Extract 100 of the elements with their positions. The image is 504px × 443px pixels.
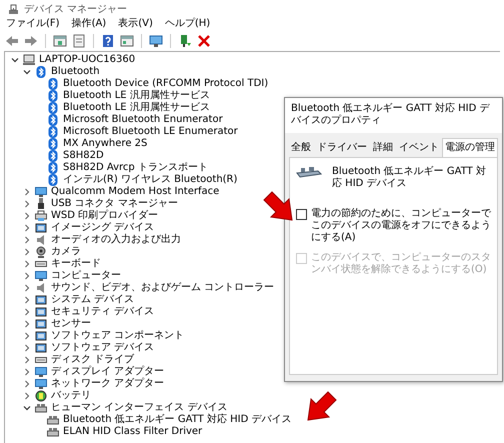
chevron-down-icon[interactable]: [11, 56, 19, 64]
chevron-right-icon[interactable]: [23, 320, 31, 328]
tree-item[interactable]: ディスプレイ アダプター: [49, 366, 164, 378]
forward-arrow-icon[interactable]: [24, 34, 38, 48]
chevron-right-icon[interactable]: [23, 344, 31, 352]
chevron-right-icon[interactable]: [23, 332, 31, 340]
battery-icon: [35, 390, 47, 402]
checkbox-label: このデバイスで、コンピューターのスタンバイ状態を解除できるようにする(O): [311, 252, 491, 276]
tree-item[interactable]: MX Anywhere 2S: [61, 138, 148, 150]
pointer-arrow-icon: [262, 190, 294, 222]
monitor-icon[interactable]: [149, 34, 163, 48]
chevron-right-icon[interactable]: [23, 260, 31, 268]
usb-plug-icon: [35, 198, 47, 210]
printer-icon: [35, 210, 47, 222]
tree-item[interactable]: Bluetooth LE 汎用属性サービス: [61, 90, 210, 102]
keyboard-icon: [35, 354, 47, 366]
tree-item[interactable]: キーボード: [49, 258, 101, 270]
tab[interactable]: 電源の管理: [442, 138, 498, 157]
tree-item[interactable]: Bluetooth: [49, 66, 100, 78]
chevron-right-icon[interactable]: [23, 368, 31, 376]
speaker-icon: [35, 234, 47, 246]
window-icon[interactable]: [53, 34, 67, 48]
chevron-right-icon[interactable]: [23, 200, 31, 208]
bluetooth-icon: [47, 126, 59, 138]
checkbox[interactable]: [296, 209, 307, 220]
window-title: デバイス マネージャー: [24, 3, 128, 16]
speaker-icon: [35, 282, 47, 294]
device-icon: [35, 294, 47, 306]
chevron-right-icon[interactable]: [23, 272, 31, 280]
tree-item[interactable]: インテル(R) ワイヤレス Bluetooth(R): [61, 174, 238, 186]
computer-icon: [23, 54, 35, 66]
plug-icon[interactable]: [178, 34, 192, 48]
tab[interactable]: 詳細: [370, 138, 396, 157]
chevron-right-icon[interactable]: [23, 212, 31, 220]
tree-item[interactable]: ソフトウェア コンポーネント: [49, 330, 184, 342]
device-icon: [35, 330, 47, 342]
chevron-down-icon[interactable]: [23, 404, 31, 412]
device-name: Bluetooth 低エネルギー GATT 対応 HID デバイス: [332, 166, 487, 190]
delete-icon[interactable]: [197, 34, 211, 48]
chevron-right-icon[interactable]: [23, 188, 31, 196]
bluetooth-icon: [47, 114, 59, 126]
tree-item[interactable]: ディスク ドライブ: [49, 354, 134, 366]
input-device-icon: [47, 426, 59, 438]
device-icon: [35, 306, 47, 318]
chevron-right-icon[interactable]: [23, 380, 31, 388]
input-device-icon: [47, 414, 59, 426]
monitor-icon: [35, 366, 47, 378]
tree-item[interactable]: カメラ: [49, 246, 81, 258]
tree-item[interactable]: Bluetooth Device (RFCOMM Protocol TDI): [61, 78, 268, 90]
tree-item[interactable]: サウンド、ビデオ、およびゲーム コントローラー: [49, 282, 274, 294]
bluetooth-icon: [47, 150, 59, 162]
tree-item[interactable]: システム デバイス: [49, 294, 134, 306]
chevron-right-icon[interactable]: [23, 248, 31, 256]
tree-item[interactable]: USB コネクタ マネージャー: [49, 198, 178, 210]
tree-item[interactable]: ELAN HID Class Filter Driver: [61, 426, 202, 438]
menu-item[interactable]: 表示(V): [118, 18, 153, 30]
tab[interactable]: イベント: [396, 138, 442, 157]
chevron-right-icon[interactable]: [23, 356, 31, 364]
back-arrow-icon[interactable]: [5, 34, 19, 48]
checkbox-label: 電力の節約のために、コンピューターでこのデバイスの電源をオフにできるようにする(A): [311, 208, 491, 244]
chevron-right-icon[interactable]: [23, 296, 31, 304]
tree-item[interactable]: S8H82D Avrcp トランスポート: [61, 162, 208, 174]
chevron-right-icon[interactable]: [23, 236, 31, 244]
help-icon[interactable]: [101, 34, 115, 48]
device-manager-icon: [8, 4, 19, 14]
tree-item[interactable]: イメージング デバイス: [49, 222, 154, 234]
tree-item[interactable]: S8H82D: [61, 150, 104, 162]
tree-item[interactable]: Microsoft Bluetooth LE Enumerator: [61, 126, 238, 138]
tree-item[interactable]: Bluetooth LE 汎用属性サービス: [61, 102, 210, 114]
tree-item[interactable]: Qualcomm Modem Host Interface: [49, 186, 220, 198]
tree-item[interactable]: WSD 印刷プロバイダー: [49, 210, 158, 222]
tree-item[interactable]: センサー: [49, 318, 91, 330]
menu-item[interactable]: ヘルプ(H): [164, 18, 210, 30]
bluetooth-icon: [47, 138, 59, 150]
chevron-right-icon[interactable]: [23, 284, 31, 292]
tree-item[interactable]: コンピューター: [49, 270, 121, 282]
chevron-right-icon[interactable]: [23, 308, 31, 316]
window-icon[interactable]: [120, 34, 134, 48]
chevron-right-icon[interactable]: [23, 224, 31, 232]
tree-item[interactable]: オーディオの入力および出力: [49, 234, 181, 246]
tab[interactable]: ドライバー: [314, 138, 370, 157]
tree-item[interactable]: Bluetooth 低エネルギー GATT 対応 HID デバイス: [61, 414, 292, 426]
tree-item[interactable]: バッテリ: [49, 390, 91, 402]
bluetooth-icon: [47, 174, 59, 186]
chevron-right-icon[interactable]: [23, 392, 31, 400]
tree-item[interactable]: ネットワーク アダプター: [49, 378, 164, 390]
device-icon: [35, 222, 47, 234]
bluetooth-icon: [35, 66, 47, 78]
tree-item[interactable]: ソフトウェア デバイス: [49, 342, 154, 354]
tree-item[interactable]: LAPTOP-UOC16360: [37, 54, 136, 66]
tab[interactable]: 全般: [288, 138, 314, 157]
document-icon[interactable]: [72, 34, 86, 48]
chevron-down-icon[interactable]: [23, 68, 31, 76]
monitor-icon: [35, 270, 47, 282]
tree-item[interactable]: セキュリティ デバイス: [49, 306, 154, 318]
camera-icon: [35, 246, 47, 258]
menu-item[interactable]: 操作(A): [72, 18, 106, 30]
tree-item[interactable]: Microsoft Bluetooth Enumerator: [61, 114, 223, 126]
menu-item[interactable]: ファイル(F): [6, 18, 60, 30]
tree-item[interactable]: ヒューマン インターフェイス デバイス: [49, 402, 228, 414]
